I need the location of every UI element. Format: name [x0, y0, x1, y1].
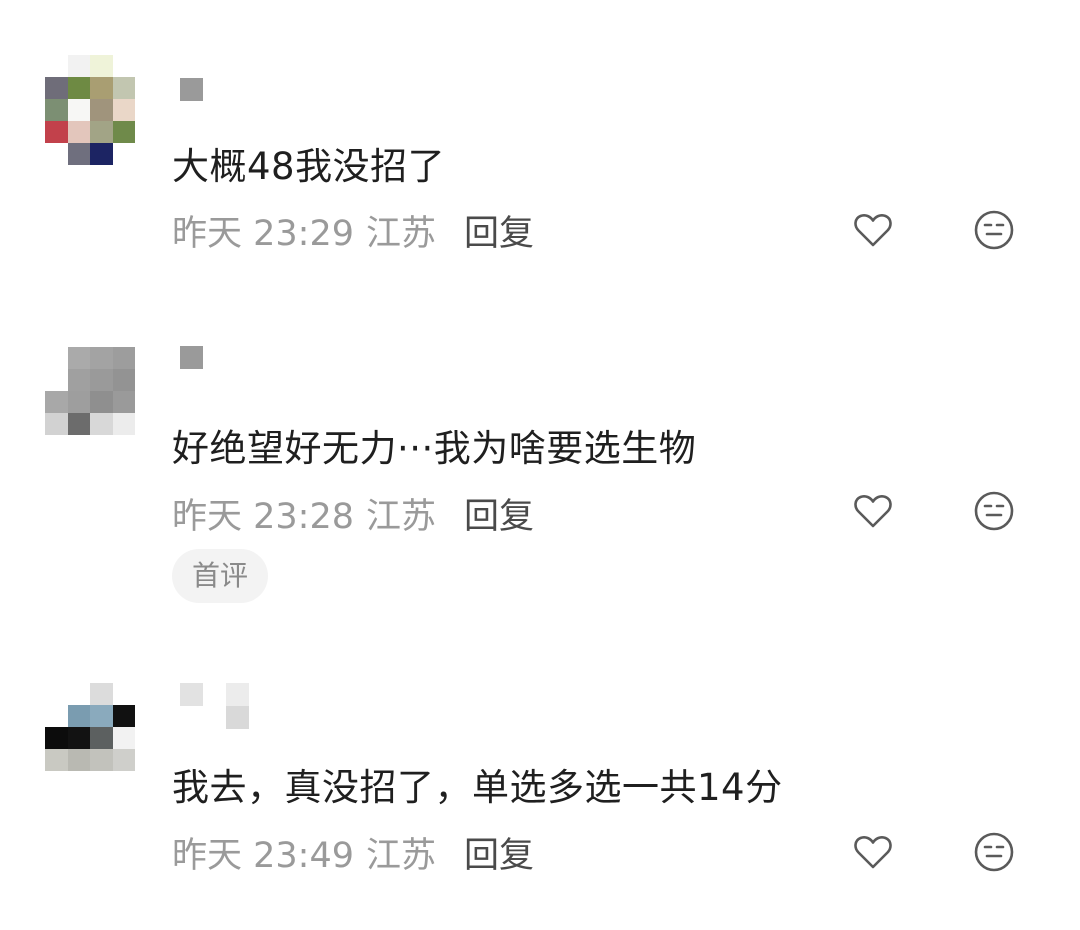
like-heart-icon[interactable]	[851, 489, 895, 533]
reply-button[interactable]: 回复	[464, 205, 534, 256]
comment-meta: 昨天 23:29 江苏 回复	[172, 205, 534, 256]
reply-button[interactable]: 回复	[464, 827, 534, 878]
username[interactable]	[180, 326, 250, 369]
comment-date: 昨天 23:29	[172, 214, 354, 254]
comment-location: 江苏	[366, 836, 437, 876]
comment-text: 大概48我没招了	[172, 145, 446, 188]
avatar[interactable]	[45, 347, 135, 457]
comment-date: 昨天 23:28	[172, 497, 354, 537]
comment-date: 昨天 23:49	[172, 836, 354, 876]
like-heart-icon[interactable]	[851, 830, 895, 874]
avatar[interactable]	[45, 683, 135, 793]
reply-button[interactable]: 回复	[464, 488, 534, 539]
dislike-face-icon[interactable]	[972, 489, 1016, 533]
dislike-face-icon[interactable]	[972, 208, 1016, 252]
comment-text: 我去，真没招了，单选多选一共14分	[172, 766, 783, 809]
first-comment-badge: 首评	[172, 549, 269, 603]
comment-location: 江苏	[366, 214, 437, 254]
comment-location: 江苏	[366, 497, 437, 537]
avatar[interactable]	[45, 55, 135, 165]
dislike-face-icon[interactable]	[972, 830, 1016, 874]
comment-meta: 昨天 23:28 江苏 回复	[172, 488, 534, 539]
like-heart-icon[interactable]	[851, 208, 895, 252]
username[interactable]	[180, 663, 250, 729]
comment-text: 好绝望好无力···我为啥要选生物	[172, 427, 697, 470]
comment-meta: 昨天 23:49 江苏 回复	[172, 827, 534, 878]
username[interactable]	[180, 58, 250, 101]
